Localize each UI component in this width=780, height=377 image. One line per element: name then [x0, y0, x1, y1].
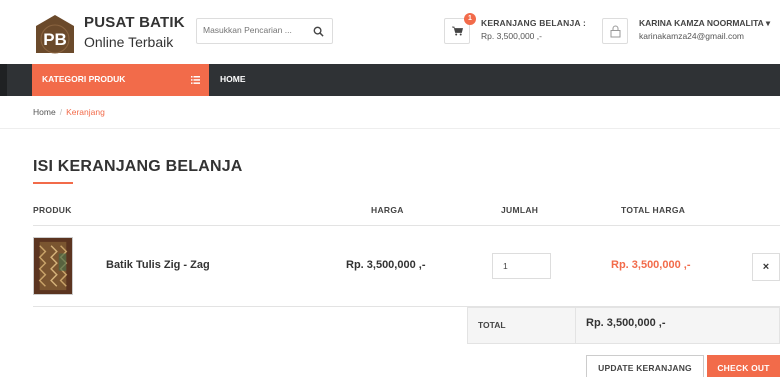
- category-menu-button[interactable]: KATEGORI PRODUK: [32, 64, 209, 96]
- table-header-divider: [33, 225, 780, 226]
- close-icon: ×: [762, 261, 770, 273]
- nav-home-link[interactable]: HOME: [220, 74, 246, 84]
- brand-logo-icon[interactable]: PB: [34, 14, 76, 54]
- search-input[interactable]: [203, 25, 303, 35]
- remove-item-button[interactable]: ×: [752, 253, 780, 281]
- column-header-product: PRODUK: [33, 205, 72, 215]
- column-header-total: TOTAL HARGA: [621, 205, 686, 215]
- column-header-qty: JUMLAH: [501, 205, 539, 215]
- column-header-price: HARGA: [371, 205, 404, 215]
- breadcrumb-home[interactable]: Home: [33, 107, 56, 117]
- product-price: Rp. 3,500,000 ,-: [346, 259, 426, 271]
- update-cart-button[interactable]: UPDATE KERANJANG: [586, 355, 704, 377]
- breadcrumb: Home / Keranjang: [33, 107, 105, 117]
- brand-logo-text: PB: [43, 30, 67, 49]
- cart-count-badge: 1: [464, 13, 476, 25]
- divider: [0, 128, 780, 129]
- nav-edge: [0, 64, 7, 96]
- line-total: Rp. 3,500,000 ,-: [611, 259, 691, 271]
- product-name[interactable]: Batik Tulis Zig - Zag: [106, 259, 210, 271]
- page-title: ISI KERANJANG BELANJA: [33, 158, 243, 175]
- total-value: Rp. 3,500,000 ,-: [586, 317, 666, 329]
- totals-divider: [575, 307, 576, 344]
- cart-title[interactable]: KERANJANG BELANJA :: [481, 18, 586, 28]
- product-thumbnail[interactable]: [33, 237, 73, 295]
- user-button[interactable]: [602, 18, 628, 44]
- search-icon[interactable]: [313, 26, 324, 37]
- total-label: TOTAL: [478, 320, 506, 330]
- search-box: [196, 18, 333, 44]
- cart-amount: Rp. 3,500,000 ,-: [481, 31, 542, 41]
- main-nav: KATEGORI PRODUK HOME: [0, 64, 780, 96]
- category-menu-label: KATEGORI PRODUK: [42, 74, 126, 84]
- chevron-down-icon[interactable]: ▾: [766, 18, 770, 28]
- site-header: PB PUSAT BATIK Online Terbaik 1 KERANJAN…: [0, 0, 780, 64]
- user-email: karinakamza24@gmail.com: [639, 31, 745, 41]
- breadcrumb-separator: /: [59, 107, 63, 117]
- title-underline: [33, 182, 73, 184]
- quantity-input[interactable]: [492, 253, 551, 279]
- brand-tagline[interactable]: Online Terbaik: [84, 34, 173, 50]
- lock-icon: [610, 25, 621, 38]
- shopping-cart-icon: [452, 26, 463, 36]
- brand-name[interactable]: PUSAT BATIK: [84, 14, 185, 31]
- list-icon: [191, 76, 200, 84]
- user-name[interactable]: KARINA KAMZA NOORMALITA ▾: [639, 18, 770, 29]
- breadcrumb-current: Keranjang: [66, 107, 105, 117]
- checkout-button[interactable]: CHECK OUT: [707, 355, 780, 377]
- user-name-text: KARINA KAMZA NOORMALITA: [639, 18, 764, 28]
